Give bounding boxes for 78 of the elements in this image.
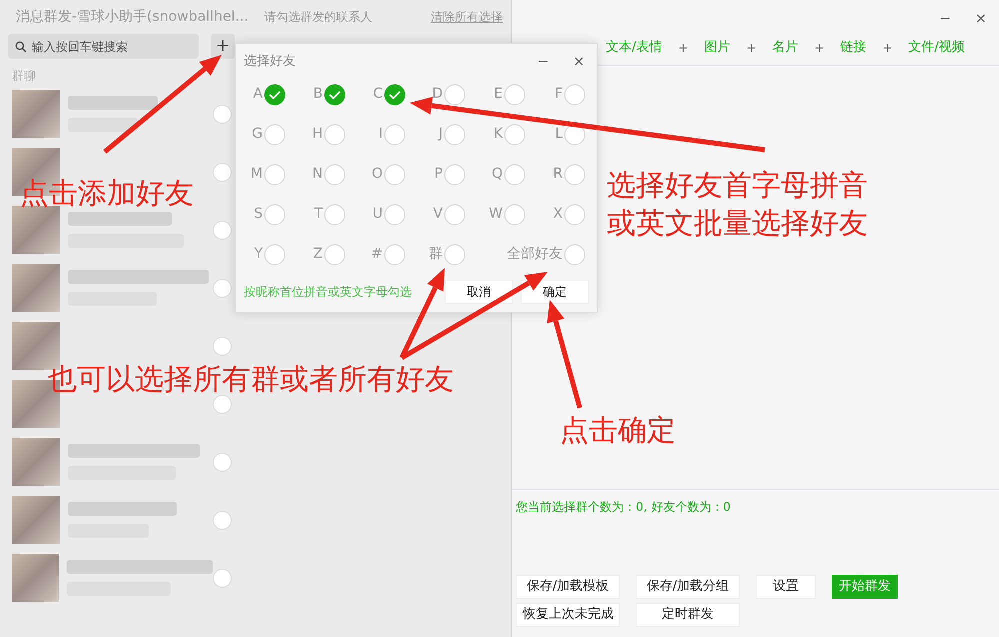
option-label: X — [553, 205, 563, 224]
option-label: R — [553, 165, 563, 184]
close-button[interactable]: × — [569, 54, 589, 69]
contact-radio[interactable] — [213, 568, 232, 588]
dialog-button[interactable]: 取消 — [445, 280, 513, 304]
blurred-name — [68, 118, 138, 132]
checked-circle-icon[interactable] — [324, 84, 346, 106]
contact-radio[interactable] — [213, 510, 232, 530]
option-label: 群 — [429, 245, 443, 264]
window-title: 消息群发-雪球小助手(snowballhel... — [15, 8, 249, 26]
option-label: Z — [313, 245, 323, 264]
option-label: G — [252, 125, 263, 144]
contact-radio[interactable] — [213, 162, 232, 182]
contact-radio[interactable] — [213, 336, 232, 356]
option-label: 全部好友 — [507, 245, 563, 264]
option-label: U — [372, 205, 383, 224]
contact-radio[interactable] — [213, 278, 232, 298]
option-label: T — [314, 205, 323, 224]
option-label: E — [494, 85, 503, 104]
action-button[interactable]: 定时群发 — [636, 603, 740, 627]
option-label: Y — [254, 245, 263, 264]
avatar-placeholder — [12, 90, 60, 138]
empty-circle-icon[interactable] — [564, 124, 586, 146]
checked-circle-icon[interactable] — [384, 84, 406, 106]
option-label: V — [433, 205, 443, 224]
annotation-text: 点击确定 — [560, 413, 676, 448]
option-label: N — [312, 165, 323, 184]
option-label: P — [434, 165, 443, 184]
option-label: B — [313, 85, 323, 104]
dialog-button[interactable]: 确定 — [521, 280, 589, 304]
annotation-text: 或英文批量选择好友 — [607, 206, 868, 241]
avatar-placeholder — [12, 496, 60, 544]
option-label: J — [438, 125, 443, 144]
annotation-text: 点击添加好友 — [20, 176, 194, 211]
annotation-text: 也可以选择所有群或者所有好友 — [48, 362, 454, 397]
action-button[interactable]: 保存/加载模板 — [516, 575, 620, 599]
option-label: I — [378, 125, 383, 144]
avatar-placeholder — [12, 206, 60, 254]
option-label: C — [373, 85, 383, 104]
search-icon — [15, 41, 27, 53]
minimize-button[interactable]: − — [534, 54, 554, 69]
avatar-placeholder — [12, 264, 60, 312]
window-subtitle: 请勾选群发的联系人 — [264, 9, 373, 26]
close-button[interactable]: × — [971, 8, 991, 30]
option-label: D — [432, 85, 443, 104]
checked-circle-icon[interactable] — [264, 84, 286, 106]
annotation-text: 选择好友首字母拼音 — [607, 168, 868, 203]
contact-radio[interactable] — [213, 104, 232, 124]
option-label: H — [312, 125, 323, 144]
option-label: Q — [492, 165, 503, 184]
plus-separator: + — [678, 40, 688, 56]
section-label: 群聊 — [12, 68, 37, 85]
minimize-button[interactable]: − — [936, 8, 956, 30]
plus-separator: + — [882, 40, 893, 56]
plus-separator: + — [814, 40, 825, 56]
action-button[interactable]: 设置 — [756, 575, 816, 599]
contact-radio[interactable] — [213, 452, 232, 472]
option-label: W — [489, 205, 503, 224]
search-field[interactable]: 输入按回车键搜索 — [8, 34, 199, 59]
option-label: # — [371, 245, 383, 264]
hint-text: 按昵称首位拼音或英文字母勾选 — [244, 284, 412, 301]
option-label: O — [372, 165, 383, 184]
option-label: A — [253, 85, 263, 104]
option-label: M — [250, 165, 263, 184]
add-friend-button[interactable]: + — [211, 34, 235, 59]
option-label: L — [555, 125, 563, 144]
plus-separator: + — [746, 40, 757, 56]
contact-radio[interactable] — [213, 220, 232, 240]
action-button[interactable]: 恢复上次未完成 — [516, 603, 620, 627]
selection-count-text: 您当前选择群个数为：0, 好友个数为：0 — [516, 499, 732, 516]
option-label: F — [554, 85, 563, 104]
avatar-placeholder — [12, 554, 60, 602]
option-label: S — [254, 205, 263, 224]
option-label: K — [494, 125, 503, 144]
action-button[interactable]: 保存/加载分组 — [636, 575, 740, 599]
avatar-placeholder — [12, 438, 60, 486]
dialog-title: 选择好友 — [244, 53, 296, 71]
contact-radio[interactable] — [213, 394, 232, 414]
